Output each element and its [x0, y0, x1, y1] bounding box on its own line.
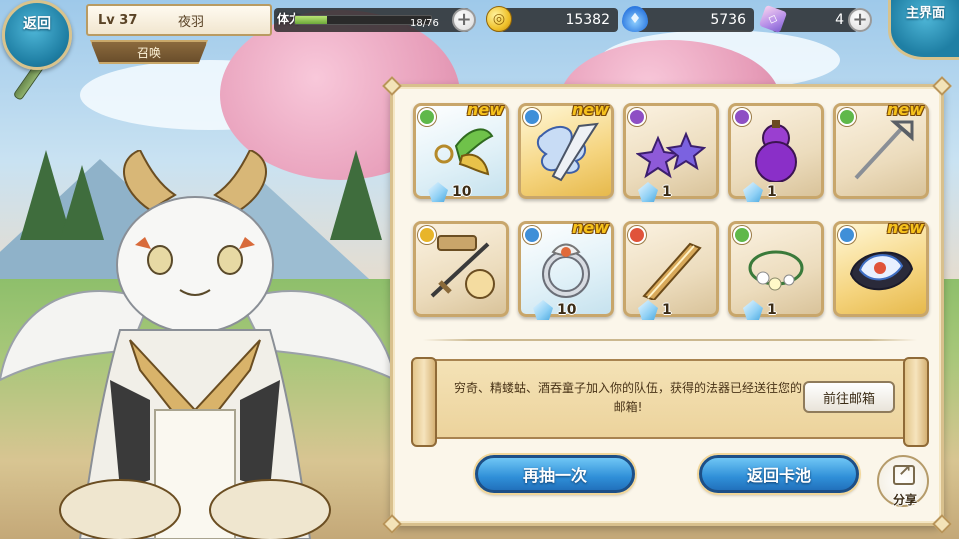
new-badge: new [886, 100, 924, 119]
purple-gourd-icon [755, 120, 797, 182]
reward-item-purple-gourd[interactable]: 1 [728, 103, 824, 202]
quantity-gem-icon [428, 182, 448, 202]
soul-fire-value: 5736 [710, 12, 746, 28]
item-quantity: 10 [452, 184, 472, 200]
stamina-value: 18/76 [410, 18, 439, 29]
reward-item-blue-cloud-sword[interactable]: new [518, 100, 614, 199]
add-crystal-button[interactable]: + [848, 8, 872, 32]
new-badge: new [571, 100, 609, 119]
share-label: 分享 [892, 493, 917, 507]
draw-again-button[interactable]: 再抽一次 [475, 455, 635, 493]
summon-result-panel: new 10 new 1 1 new new 10 1 1 new 穷奇、精蝼蛄、酒吞童子加入你的队… [382, 76, 952, 534]
silver-rake-staff-icon [854, 120, 914, 180]
result-message: 穷奇、精蝼蛄、酒吞童子加入你的队伍，获得的法器已经送往您的邮箱! [453, 381, 802, 415]
page-title-label: 召唤 [136, 45, 161, 60]
item-quantity: 1 [662, 302, 672, 318]
summoned-character-portrait [0, 150, 395, 539]
reward-item-green-jade-earring[interactable]: new 10 [413, 100, 509, 202]
flower-bracelet-icon [748, 250, 804, 291]
item-quantity: 10 [557, 302, 577, 318]
item-quantity: 1 [767, 302, 777, 318]
crystal-value: 4 [835, 12, 844, 28]
silver-ring-icon [542, 243, 590, 298]
share-icon [893, 461, 915, 485]
quantity-gem-icon [638, 300, 658, 320]
back-button[interactable]: 返回 [2, 0, 72, 70]
blue-cloud-sword-icon [536, 122, 599, 182]
purple-star-earrings-icon [636, 131, 706, 179]
reward-item-bronze-greatsword[interactable]: 1 [623, 221, 719, 320]
gold-coin-icon: ◎ [486, 6, 512, 32]
return-to-pool-button[interactable]: 返回卡池 [699, 455, 859, 493]
gold-value: 15382 [565, 12, 610, 28]
gold-counter: 15382 [500, 8, 618, 32]
reward-item-flower-bracelet[interactable]: 1 [728, 221, 824, 320]
back-button-label: 返回 [23, 16, 51, 32]
draw-again-label: 再抽一次 [522, 466, 587, 485]
blue-flame-icon: ♦ [622, 6, 648, 32]
quantity-gem-icon [533, 300, 553, 320]
share-button[interactable]: 分享 [877, 455, 929, 507]
reward-item-hunter-dagger[interactable] [413, 221, 509, 317]
home-button-label: 主界面 [905, 6, 945, 21]
quantity-gem-icon [743, 182, 763, 202]
new-badge: new [886, 218, 924, 237]
return-to-pool-label: 返回卡池 [746, 466, 811, 485]
item-quantity: 1 [767, 184, 777, 200]
new-badge: new [571, 218, 609, 237]
soul-fire-counter: 5736 [636, 8, 754, 32]
add-stamina-button[interactable]: + [452, 8, 476, 32]
player-level: Lv 37 [98, 12, 138, 28]
green-jade-earring-icon [434, 128, 494, 176]
hunter-dagger-icon [430, 235, 495, 299]
new-badge: new [466, 100, 504, 119]
player-name: 夜羽 [178, 14, 205, 30]
result-message-scroll: 穷奇、精蝼蛄、酒吞童子加入你的队伍，获得的法器已经送往您的邮箱! 前往邮箱 [411, 357, 929, 447]
item-quantity: 1 [662, 184, 672, 200]
stamina-fill [295, 16, 328, 24]
page-title: 召唤 [90, 40, 208, 64]
divider [423, 339, 917, 341]
stamina-bar: 体力 [274, 8, 470, 32]
quantity-gem-icon [638, 182, 658, 202]
reward-item-silver-rake-staff[interactable]: new [833, 100, 929, 199]
home-button[interactable]: 主界面 [888, 0, 959, 60]
reward-item-purple-star-earrings[interactable]: 1 [623, 103, 719, 202]
go-to-mailbox-button[interactable]: 前往邮箱 [803, 381, 895, 413]
blue-fox-fan-icon [849, 251, 914, 291]
quantity-gem-icon [743, 300, 763, 320]
go-to-mailbox-label: 前往邮箱 [822, 391, 875, 407]
bronze-greatsword-icon [642, 242, 702, 300]
player-profile[interactable]: Lv 37 夜羽 [86, 4, 272, 36]
reward-item-silver-ring[interactable]: new 10 [518, 218, 614, 320]
reward-item-blue-fox-fan[interactable]: new [833, 218, 929, 317]
